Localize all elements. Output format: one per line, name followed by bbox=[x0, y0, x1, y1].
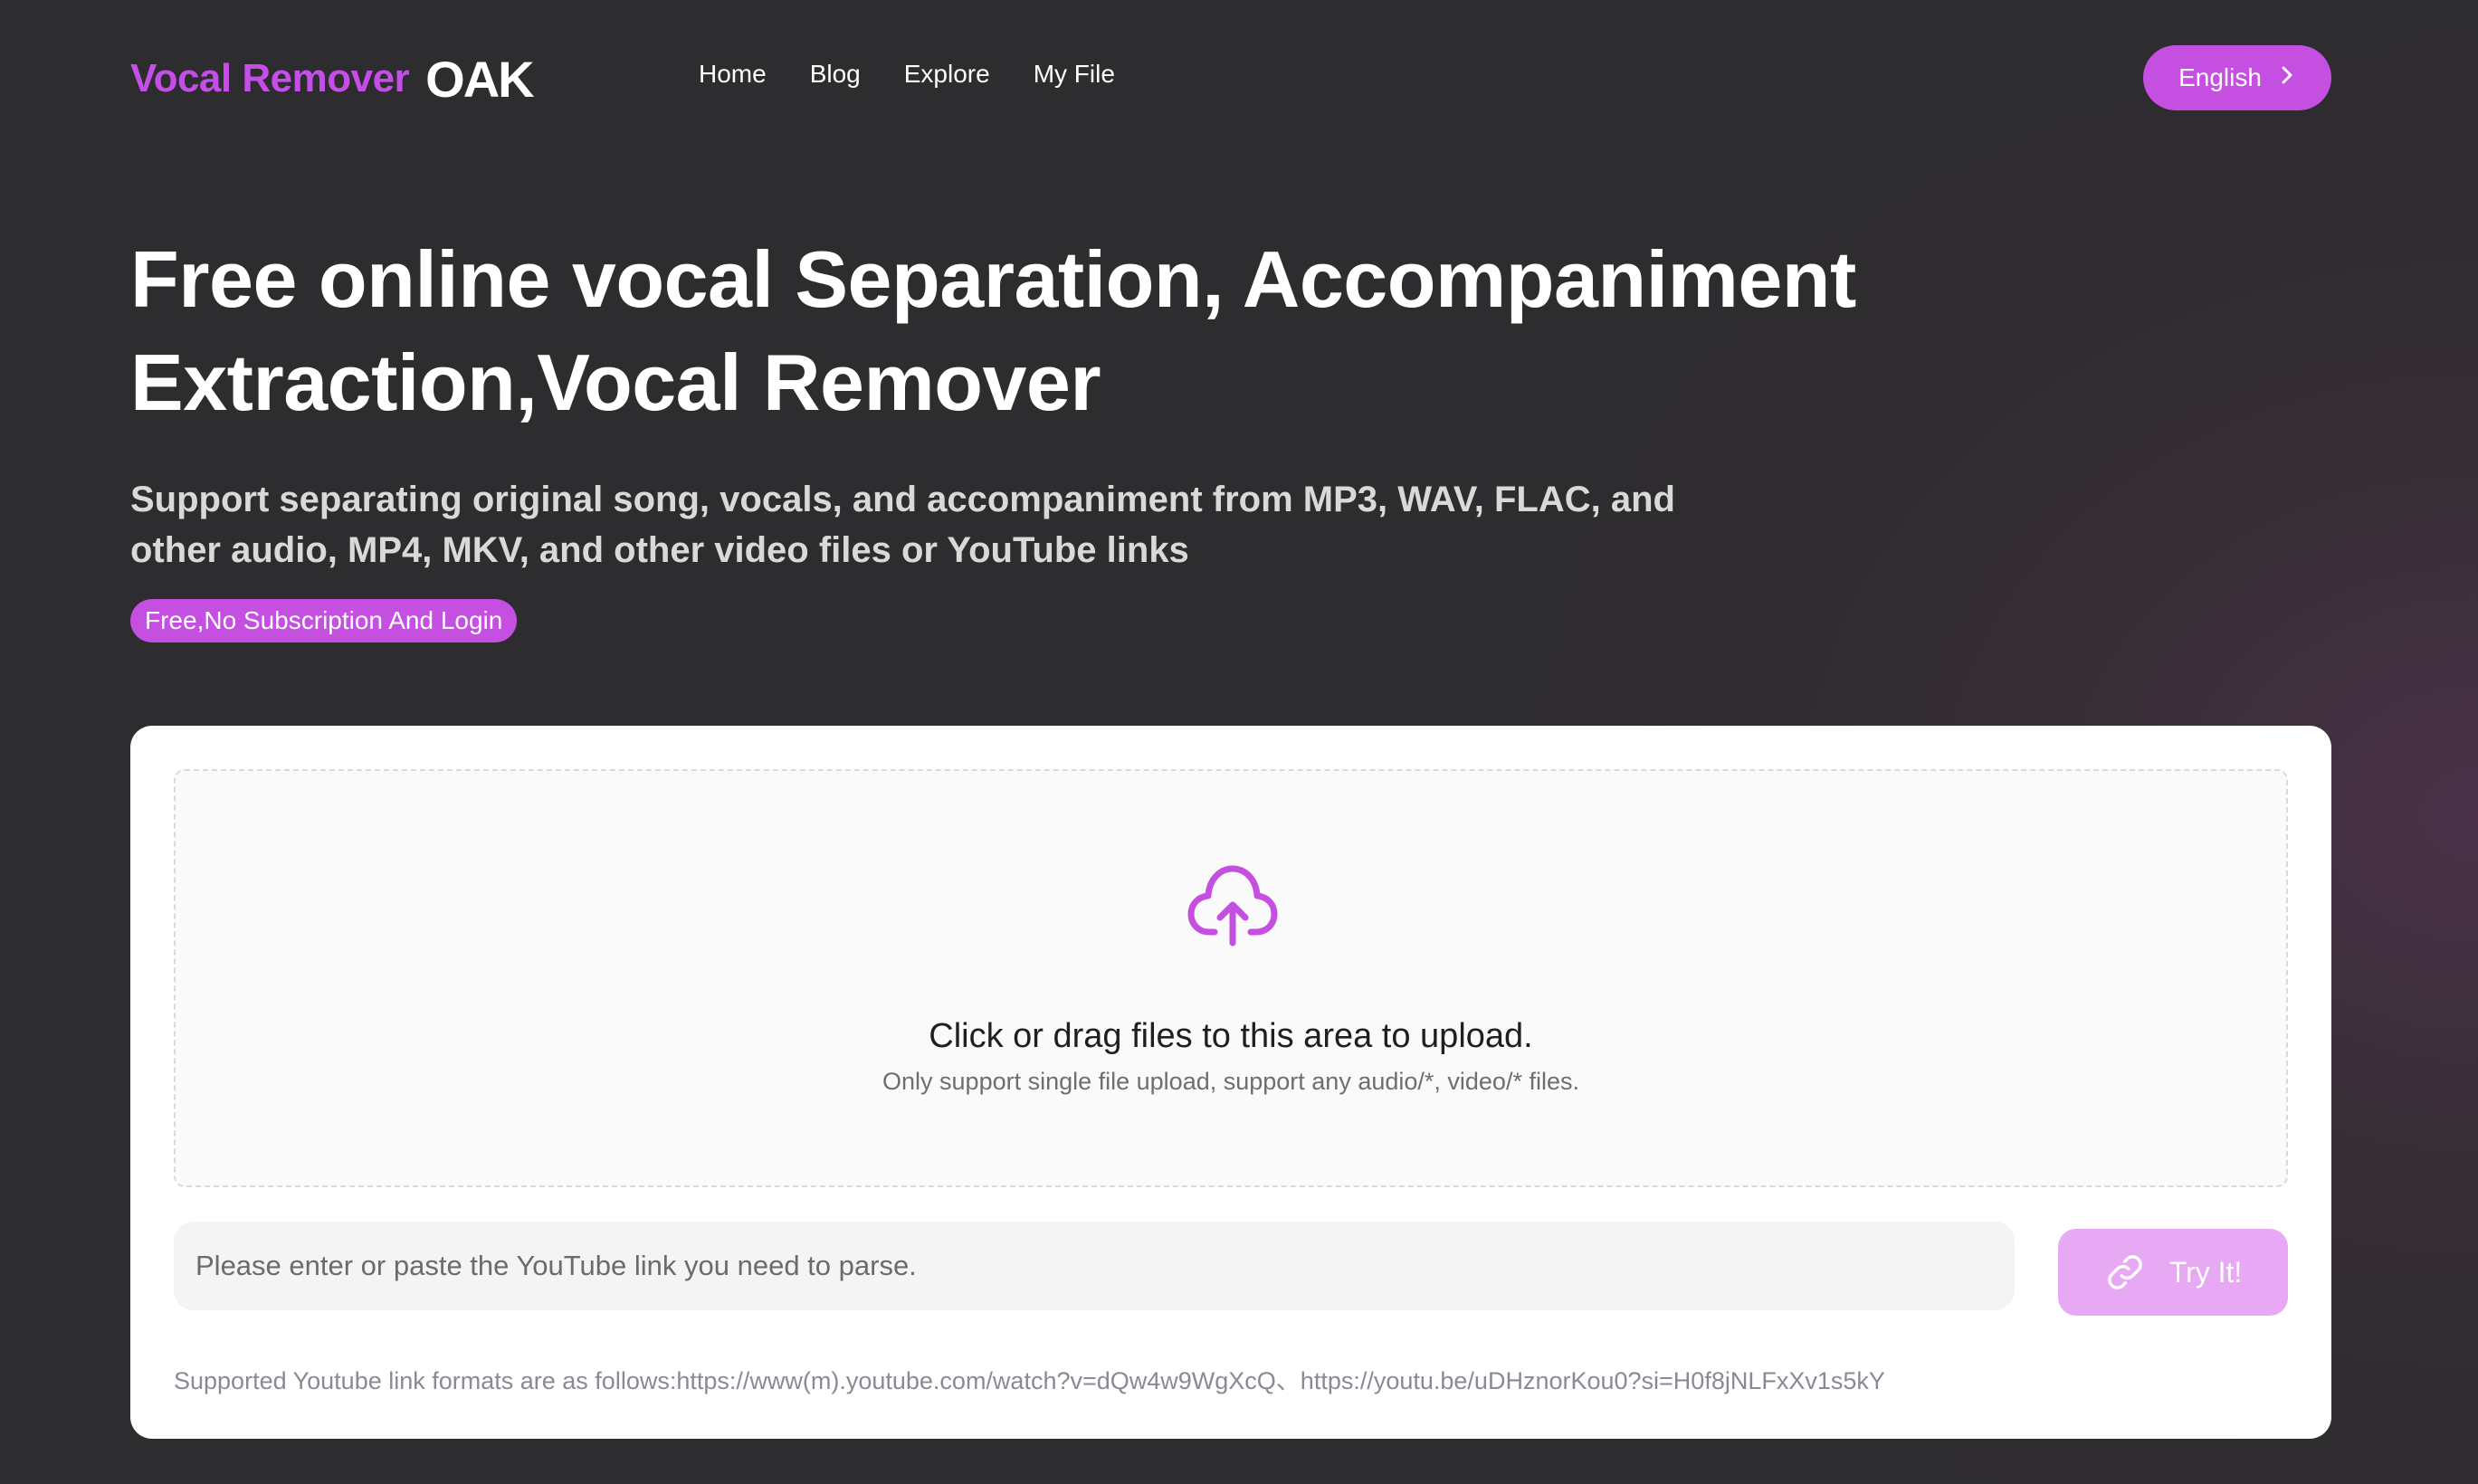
upload-card: Click or drag files to this area to uplo… bbox=[130, 726, 2331, 1439]
language-button[interactable]: English bbox=[2143, 45, 2331, 110]
logo-text: Vocal Remover bbox=[130, 56, 410, 100]
link-formats-note: Supported Youtube link formats are as fo… bbox=[174, 1367, 1885, 1394]
logo-mark: OAK bbox=[425, 50, 534, 108]
nav-blog[interactable]: Blog bbox=[810, 60, 861, 89]
title-line-1: Free online vocal Separation, Accompanim… bbox=[130, 234, 1856, 324]
nav-explore[interactable]: Explore bbox=[904, 60, 990, 89]
site-header: Vocal Remover OAK Home Blog Explore My F… bbox=[0, 0, 2478, 156]
free-badge: Free,No Subscription And Login bbox=[130, 599, 518, 642]
title-line-2: Extraction,Vocal Remover bbox=[130, 338, 1101, 427]
nav-home[interactable]: Home bbox=[699, 60, 767, 89]
chevron-right-icon bbox=[2278, 64, 2296, 92]
upload-dropzone[interactable]: Click or drag files to this area to uplo… bbox=[174, 769, 2288, 1187]
subtitle-line-1: Support separating original song, vocals… bbox=[130, 480, 1675, 519]
page-title: Free online vocal Separation, Accompanim… bbox=[130, 228, 2212, 434]
link-icon bbox=[2107, 1255, 2142, 1289]
nav-my-file[interactable]: My File bbox=[1034, 60, 1115, 89]
main-nav: Home Blog Explore My File bbox=[699, 60, 1115, 89]
logo[interactable]: Vocal Remover OAK bbox=[130, 50, 535, 108]
try-it-label: Try It! bbox=[2168, 1255, 2243, 1289]
try-it-button[interactable]: Try It! bbox=[2058, 1229, 2288, 1316]
subtitle-line-2: other audio, MP4, MKV, and other video f… bbox=[130, 530, 1189, 570]
page-subtitle: Support separating original song, vocals… bbox=[130, 474, 1759, 576]
cloud-upload-icon bbox=[1187, 865, 1278, 947]
upload-hint: Only support single file upload, support… bbox=[882, 1068, 1579, 1095]
upload-title: Click or drag files to this area to uplo… bbox=[929, 1017, 1533, 1055]
youtube-link-input[interactable] bbox=[174, 1222, 2015, 1310]
language-label: English bbox=[2178, 63, 2262, 91]
